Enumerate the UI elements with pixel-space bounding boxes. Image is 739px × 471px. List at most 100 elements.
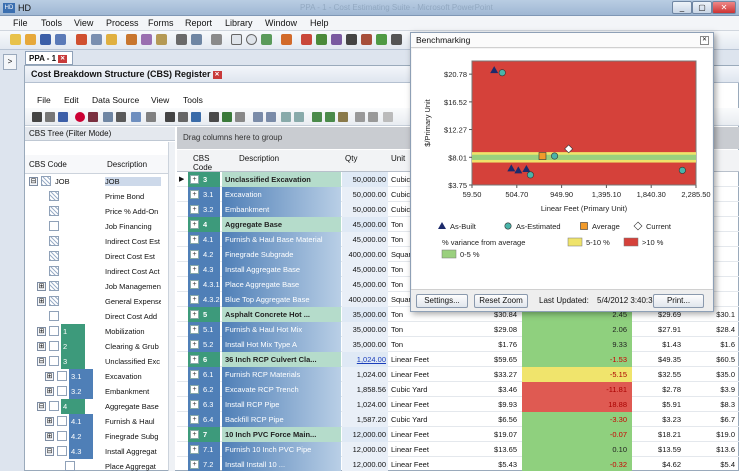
tree-row[interactable]: ⊞ Job Management — [25, 279, 174, 294]
tree-row[interactable]: ⊟ JOB JOB — [25, 174, 174, 189]
tab-ppa-1[interactable]: PPA - 1 ✕ — [25, 51, 73, 65]
tree-row[interactable]: ⊞ 1 Mobilization — [25, 324, 174, 339]
doc-copy-icon[interactable] — [191, 34, 202, 45]
puzzle-icon[interactable] — [391, 34, 402, 45]
expand-icon[interactable]: ⊞ — [45, 432, 54, 441]
grid-icon[interactable] — [209, 112, 219, 122]
shield-icon[interactable] — [261, 34, 272, 45]
scissors-icon[interactable] — [165, 112, 175, 122]
row-expand-icon[interactable]: + — [190, 265, 199, 274]
tree-col-description[interactable]: Description — [107, 160, 147, 169]
close-tab-icon[interactable]: ✕ — [58, 54, 68, 63]
preview-icon[interactable] — [45, 112, 55, 122]
row-expand-icon[interactable]: + — [190, 295, 199, 304]
collapse-icon[interactable]: ⊟ — [37, 357, 46, 366]
bars-icon[interactable] — [331, 34, 342, 45]
row-qty[interactable]: 1,024.00 — [342, 355, 386, 364]
expand-icon[interactable]: ⊞ — [45, 372, 54, 381]
close-panel-icon[interactable]: ✕ — [212, 70, 222, 79]
collapse-icon[interactable]: ⊟ — [45, 447, 54, 456]
pencil-icon[interactable] — [316, 34, 327, 45]
row-expand-icon[interactable]: + — [190, 310, 199, 319]
copy-rows-icon[interactable] — [178, 112, 188, 122]
save-icon[interactable] — [40, 34, 51, 45]
columns-icon[interactable] — [235, 112, 245, 122]
legend-as-estimated-marker[interactable] — [504, 222, 512, 230]
rectangle-icon[interactable] — [231, 34, 242, 45]
tree-scrollbar[interactable] — [168, 142, 175, 471]
page-icon[interactable] — [211, 34, 222, 45]
row-expand-icon[interactable]: + — [190, 460, 199, 469]
row-expand-icon[interactable]: + — [190, 235, 199, 244]
row-expand-icon[interactable]: + — [190, 445, 199, 454]
menu-tools[interactable]: Tools — [41, 18, 62, 28]
reset-zoom-button[interactable]: Reset Zoom — [474, 294, 528, 308]
legend-as-built-marker[interactable] — [438, 222, 446, 229]
legend-average-marker[interactable] — [580, 222, 588, 230]
collapse-icon[interactable]: ⊟ — [37, 402, 46, 411]
menu-library[interactable]: Library — [225, 18, 253, 28]
menu-window[interactable]: Window — [265, 18, 297, 28]
table-row[interactable]: +6.1 Furnish RCP Materials 1,024.00 Linear … — [177, 367, 739, 382]
table-row[interactable]: +5.1 Furnish & Haul Hot Mix 35,000.00 Ton $2… — [177, 322, 739, 337]
menu-process[interactable]: Process — [106, 18, 139, 28]
open-icon[interactable] — [10, 34, 21, 45]
data-point-as-estimated[interactable] — [678, 166, 686, 174]
row-expand-icon[interactable]: + — [190, 340, 199, 349]
row-expand-icon[interactable]: + — [190, 190, 199, 199]
expand-icon[interactable]: ⊞ — [45, 387, 54, 396]
row-expand-icon[interactable]: + — [190, 220, 199, 229]
tree-row[interactable]: ⊞ 2 Clearing & Grub — [25, 339, 174, 354]
tree-row[interactable]: Direct Cost Est — [25, 249, 174, 264]
row-expand-icon[interactable]: + — [190, 400, 199, 409]
grid-col-code[interactable]: CBS Code — [193, 154, 223, 172]
expand-icon[interactable]: ⊞ — [37, 342, 46, 351]
row-expand-icon[interactable]: + — [190, 280, 199, 289]
export-icon[interactable] — [146, 112, 156, 122]
import-icon[interactable] — [131, 112, 141, 122]
outdent-icon[interactable] — [325, 112, 335, 122]
open-folder-icon[interactable] — [25, 34, 36, 45]
grid-col-unit[interactable]: Unit — [391, 154, 405, 163]
data-point-as-estimated[interactable] — [498, 69, 506, 77]
settings-icon[interactable] — [383, 112, 393, 122]
tree-row[interactable]: ⊟ 4 Aggregate Base — [25, 399, 174, 414]
close-icon[interactable]: ✕ — [700, 36, 709, 45]
expand-icon[interactable]: ⊞ — [37, 297, 46, 306]
row-expand-icon[interactable]: + — [190, 385, 199, 394]
tree-row[interactable]: Direct Cost Add — [25, 309, 174, 324]
row-expand-icon[interactable]: + — [190, 250, 199, 259]
tree-icon[interactable] — [141, 34, 152, 45]
expand-icon[interactable]: ⊞ — [37, 282, 46, 291]
data-point-as-estimated[interactable] — [551, 152, 559, 160]
table-row[interactable]: +6 36 Inch RCP Culvert Cla... 1,024.00 Line… — [177, 352, 739, 367]
expand-icon[interactable]: ⊞ — [37, 327, 46, 336]
table-row[interactable]: +5.2 Install Hot Mix Type A 35,000.00 Ton $1… — [177, 337, 739, 352]
menu-help[interactable]: Help — [310, 18, 329, 28]
tree-col-code[interactable]: CBS Code — [29, 160, 67, 169]
row-expand-icon[interactable]: + — [190, 175, 199, 184]
doc-icon[interactable] — [176, 34, 187, 45]
tree-edit-icon[interactable] — [156, 34, 167, 45]
list-icon[interactable] — [281, 34, 292, 45]
tree-row[interactable]: Indirect Cost Est — [25, 234, 174, 249]
table-row[interactable]: +6.3 Install RCP Pipe 1,024.00 Linear Feet $… — [177, 397, 739, 412]
copy-icon[interactable] — [91, 34, 102, 45]
row-expand-icon[interactable]: + — [190, 325, 199, 334]
paste-icon[interactable] — [116, 112, 126, 122]
delete-icon[interactable] — [75, 112, 85, 122]
shapes-icon[interactable] — [76, 34, 87, 45]
tree-row[interactable]: ⊞ 4.1 Furnish & Haul — [25, 414, 174, 429]
indent-icon[interactable] — [312, 112, 322, 122]
unlink-icon[interactable] — [368, 112, 378, 122]
menu-view[interactable]: View — [74, 18, 93, 28]
expand-icon[interactable]: ⊞ — [45, 417, 54, 426]
menu-file[interactable]: File — [13, 18, 28, 28]
print-button[interactable]: Print... — [653, 294, 704, 308]
money-icon[interactable] — [376, 34, 387, 45]
row-expand-icon[interactable]: + — [190, 430, 199, 439]
comment-icon[interactable] — [246, 34, 257, 45]
tree-row[interactable]: Indirect Cost Act — [25, 264, 174, 279]
grid-col-description[interactable]: Description — [239, 154, 279, 163]
data-point-as-estimated[interactable] — [526, 171, 534, 179]
